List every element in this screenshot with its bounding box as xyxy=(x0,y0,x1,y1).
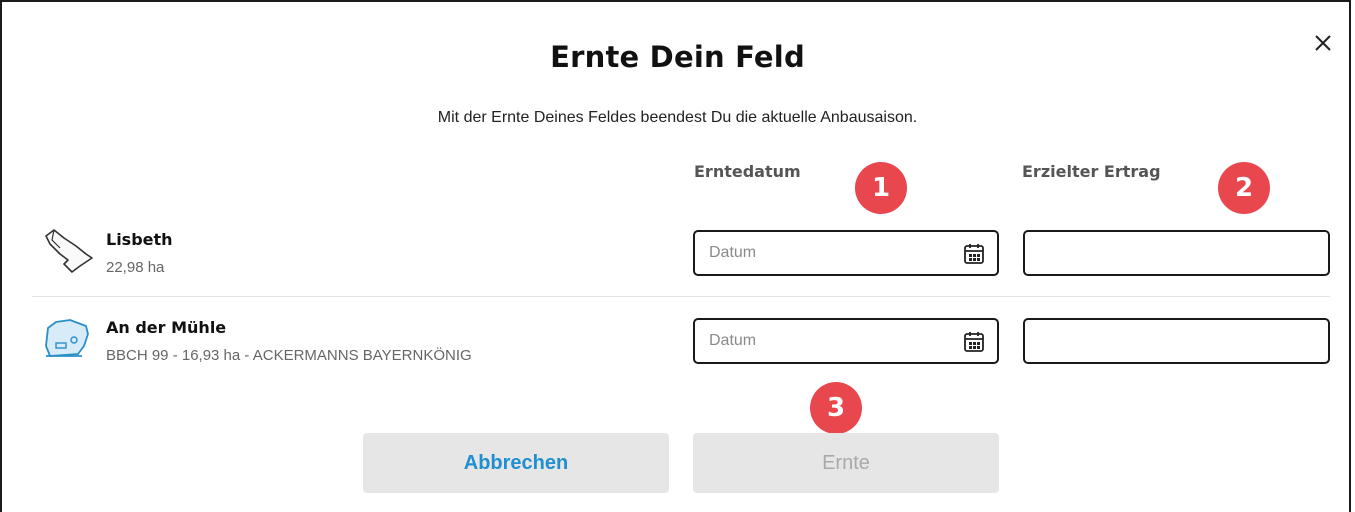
field-name: Lisbeth xyxy=(106,230,173,249)
field-crop-icon xyxy=(42,316,96,367)
field-outline-icon xyxy=(42,226,96,281)
harvest-dialog: Ernte Dein Feld Mit der Ernte Deines Fel… xyxy=(0,0,1351,512)
dialog-title: Ernte Dein Feld xyxy=(550,40,805,74)
field-meta: 22,98 ha xyxy=(106,259,165,276)
column-header-harvest-date: Erntedatum xyxy=(694,162,801,181)
step-marker-3: 3 xyxy=(810,382,862,434)
calendar-icon[interactable] xyxy=(963,331,985,358)
harvest-button[interactable]: Ernte xyxy=(693,433,999,493)
step-marker-2: 2 xyxy=(1218,162,1270,214)
date-placeholder: Datum xyxy=(709,332,757,349)
column-header-yield: Erzielter Ertrag xyxy=(1022,162,1161,181)
date-placeholder: Datum xyxy=(709,244,757,261)
harvest-date-input[interactable]: Datum xyxy=(693,230,999,276)
yield-input[interactable] xyxy=(1023,230,1330,276)
dialog-subtitle: Mit der Ernte Deines Feldes beendest Du … xyxy=(437,109,918,126)
row-divider xyxy=(32,296,1330,297)
field-name: An der Mühle xyxy=(106,318,227,337)
harvest-date-input[interactable]: Datum xyxy=(693,318,999,364)
yield-input[interactable] xyxy=(1023,318,1330,364)
calendar-icon[interactable] xyxy=(963,243,985,270)
step-marker-1: 1 xyxy=(855,162,907,214)
cancel-button[interactable]: Abbrechen xyxy=(363,433,669,493)
field-meta: BBCH 99 - 16,93 ha - ACKERMANNS BAYERNKÖ… xyxy=(106,347,472,364)
